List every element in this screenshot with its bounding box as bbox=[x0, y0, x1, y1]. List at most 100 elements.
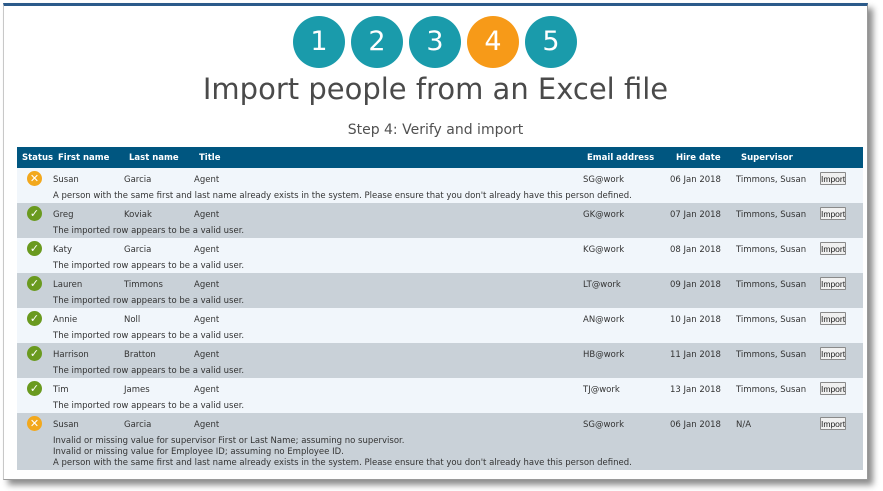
validation-messages: The imported row appears to be a valid u… bbox=[53, 366, 244, 377]
check-icon: ✓ bbox=[27, 276, 42, 291]
validation-message: Invalid or missing value for Employee ID… bbox=[53, 447, 344, 457]
title-cell: Agent bbox=[194, 315, 220, 325]
validation-messages: The imported row appears to be a valid u… bbox=[53, 331, 244, 342]
validation-messages: The imported row appears to be a valid u… bbox=[53, 261, 244, 272]
validation-message: The imported row appears to be a valid u… bbox=[53, 401, 245, 411]
hire-date-cell: 06 Jan 2018 bbox=[670, 175, 721, 185]
email-cell: SG@work bbox=[583, 420, 625, 430]
title-cell: Agent bbox=[194, 245, 220, 255]
last-name-cell: Koviak bbox=[124, 210, 152, 220]
first-name-cell: Susan bbox=[53, 175, 79, 185]
check-icon: ✓ bbox=[27, 381, 42, 396]
validation-message: The imported row appears to be a valid u… bbox=[53, 296, 245, 306]
column-header-supervisor[interactable]: Supervisor bbox=[741, 153, 793, 163]
title-cell: Agent bbox=[194, 385, 220, 395]
check-icon: ✓ bbox=[27, 346, 42, 361]
hire-date-cell: 07 Jan 2018 bbox=[670, 210, 721, 220]
hire-date-cell: 10 Jan 2018 bbox=[670, 315, 721, 325]
supervisor-cell: Timmons, Susan bbox=[736, 350, 807, 360]
validation-messages: The imported row appears to be a valid u… bbox=[53, 226, 244, 237]
validation-message: The imported row appears to be a valid u… bbox=[53, 226, 245, 236]
first-name-cell: Greg bbox=[53, 210, 74, 220]
email-cell: GK@work bbox=[583, 210, 625, 220]
step-5-circle[interactable]: 5 bbox=[525, 16, 577, 68]
column-header-hire-date[interactable]: Hire date bbox=[676, 153, 721, 163]
column-header-first-name[interactable]: First name bbox=[58, 153, 109, 163]
import-button[interactable]: Import bbox=[820, 242, 846, 255]
first-name-cell: Harrison bbox=[53, 350, 89, 360]
step-4-circle[interactable]: 4 bbox=[467, 16, 519, 68]
supervisor-cell: Timmons, Susan bbox=[736, 280, 807, 290]
column-header-title[interactable]: Title bbox=[199, 153, 220, 163]
email-cell: HB@work bbox=[583, 350, 625, 360]
table-header: Status First name Last name Title Email … bbox=[17, 147, 863, 168]
validation-message: The imported row appears to be a valid u… bbox=[53, 261, 245, 271]
validation-message: A person with the same first and last na… bbox=[53, 458, 632, 468]
x-icon: ✕ bbox=[27, 416, 42, 431]
title-cell: Agent bbox=[194, 420, 220, 430]
hire-date-cell: 13 Jan 2018 bbox=[670, 385, 721, 395]
import-button[interactable]: Import bbox=[820, 417, 846, 430]
email-cell: KG@work bbox=[583, 245, 625, 255]
import-button[interactable]: Import bbox=[820, 277, 846, 290]
first-name-cell: Lauren bbox=[53, 280, 83, 290]
step-3-circle[interactable]: 3 bbox=[409, 16, 461, 68]
import-button[interactable]: Import bbox=[820, 347, 846, 360]
hire-date-cell: 08 Jan 2018 bbox=[670, 245, 721, 255]
step-1-circle[interactable]: 1 bbox=[293, 16, 345, 68]
first-name-cell: Annie bbox=[53, 315, 78, 325]
email-cell: LT@work bbox=[583, 280, 621, 290]
first-name-cell: Susan bbox=[53, 420, 79, 430]
email-cell: TJ@work bbox=[583, 385, 620, 395]
supervisor-cell: Timmons, Susan bbox=[736, 245, 807, 255]
validation-messages: The imported row appears to be a valid u… bbox=[53, 296, 244, 307]
column-header-status[interactable]: Status bbox=[22, 153, 53, 163]
validation-messages: Invalid or missing value for supervisor … bbox=[53, 436, 632, 469]
last-name-cell: Bratton bbox=[124, 350, 156, 360]
title-cell: Agent bbox=[194, 280, 220, 290]
hire-date-cell: 06 Jan 2018 bbox=[670, 420, 721, 430]
table-row: ✓ Greg Koviak Agent GK@work 07 Jan 2018 Timmon… bbox=[17, 203, 863, 238]
column-header-email[interactable]: Email address bbox=[587, 153, 654, 163]
validation-messages: A person with the same first and last na… bbox=[53, 191, 632, 202]
check-icon: ✓ bbox=[27, 311, 42, 326]
import-button[interactable]: Import bbox=[820, 207, 846, 220]
import-wizard-window: 1 2 3 4 5 Import people from an Excel fi… bbox=[3, 3, 868, 480]
hire-date-cell: 09 Jan 2018 bbox=[670, 280, 721, 290]
table-body: ✕ Susan Garcia Agent SG@work 06 Jan 2018 Timmo… bbox=[17, 168, 863, 470]
table-row: ✓ Lauren Timmons Agent LT@work 09 Jan 2018 Tim… bbox=[17, 273, 863, 308]
title-cell: Agent bbox=[194, 175, 220, 185]
email-cell: SG@work bbox=[583, 175, 625, 185]
x-icon: ✕ bbox=[27, 171, 42, 186]
import-button[interactable]: Import bbox=[820, 382, 846, 395]
validation-message: A person with the same first and last na… bbox=[53, 191, 632, 201]
supervisor-cell: Timmons, Susan bbox=[736, 175, 807, 185]
hire-date-cell: 11 Jan 2018 bbox=[670, 350, 721, 360]
last-name-cell: Garcia bbox=[124, 420, 152, 430]
check-icon: ✓ bbox=[27, 206, 42, 221]
table-row: ✓ Katy Garcia Agent KG@work 08 Jan 2018 Timmon… bbox=[17, 238, 863, 273]
table-row: ✕ Susan Garcia Agent SG@work 06 Jan 2018 Timmo… bbox=[17, 168, 863, 203]
last-name-cell: Garcia bbox=[124, 245, 152, 255]
step-subtitle: Step 4: Verify and import bbox=[347, 122, 524, 138]
check-icon: ✓ bbox=[27, 241, 42, 256]
last-name-cell: Noll bbox=[124, 315, 141, 325]
supervisor-cell: Timmons, Susan bbox=[736, 385, 807, 395]
supervisor-cell: Timmons, Susan bbox=[736, 315, 807, 325]
validation-message: Invalid or missing value for supervisor … bbox=[53, 436, 405, 446]
page-title: Import people from an Excel file bbox=[202, 72, 669, 106]
table-row: ✓ Harrison Bratton Agent HB@work 11 Jan 2018 T… bbox=[17, 343, 863, 378]
validation-message: The imported row appears to be a valid u… bbox=[53, 331, 245, 341]
column-header-last-name[interactable]: Last name bbox=[129, 153, 179, 163]
import-button[interactable]: Import bbox=[820, 312, 846, 325]
import-table: Status First name Last name Title Email … bbox=[17, 147, 863, 470]
step-2-circle[interactable]: 2 bbox=[351, 16, 403, 68]
last-name-cell: Garcia bbox=[124, 175, 152, 185]
supervisor-cell: N/A bbox=[736, 420, 752, 430]
last-name-cell: James bbox=[124, 385, 150, 395]
first-name-cell: Tim bbox=[53, 385, 69, 395]
email-cell: AN@work bbox=[583, 315, 625, 325]
last-name-cell: Timmons bbox=[124, 280, 163, 290]
import-button[interactable]: Import bbox=[820, 172, 846, 185]
table-row: ✓ Tim James Agent TJ@work 13 Jan 2018 Timmons,… bbox=[17, 378, 863, 413]
